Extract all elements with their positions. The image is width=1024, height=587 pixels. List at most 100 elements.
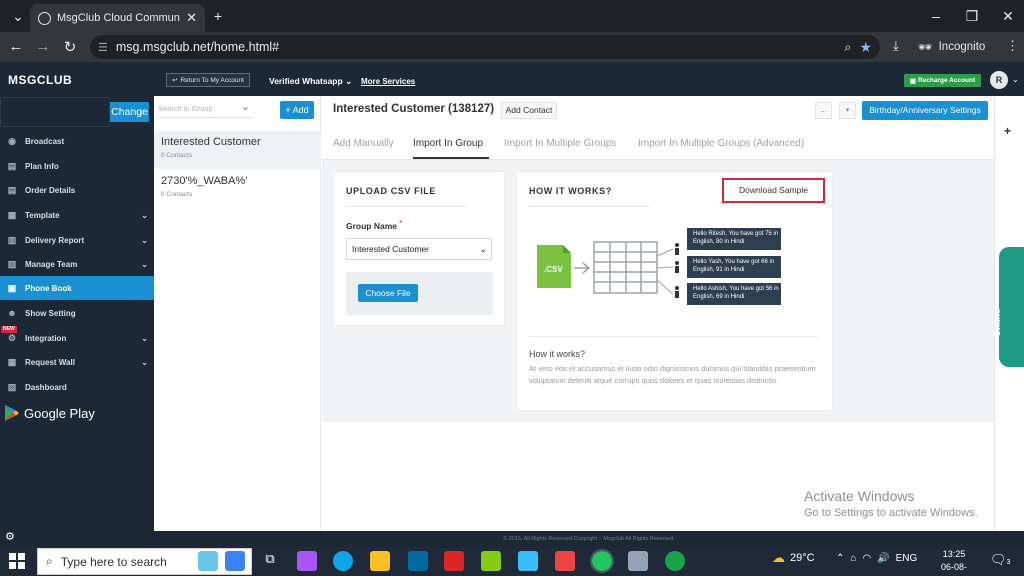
add-group-button[interactable]: + Add <box>280 101 314 119</box>
verified-whatsapp-menu[interactable]: Verified Whatsapp ⌄ <box>269 76 352 87</box>
incognito-indicator[interactable]: 🕶 Incognito <box>918 36 985 58</box>
chrome-profile-icon[interactable] <box>665 551 685 571</box>
group-search-input[interactable]: Search in Group <box>158 104 253 118</box>
clock[interactable]: 13:25 06-08-2025 <box>932 548 976 587</box>
more-options-button[interactable]: ... <box>815 102 832 119</box>
chevron-down-icon: ⌄ <box>479 243 487 254</box>
browser-tab[interactable]: MsgClub Cloud Communication ✕ <box>30 4 205 32</box>
return-account-button[interactable]: ↩ Return To My Account <box>166 73 250 87</box>
online-chat-tab[interactable] <box>999 247 1024 367</box>
outlook-icon[interactable] <box>408 551 428 571</box>
sidebar-item-label: Manage Team <box>25 259 78 269</box>
edge-icon[interactable] <box>333 551 353 571</box>
bookmark-star-icon[interactable]: ★ <box>859 39 872 56</box>
sidebar-item[interactable]: ▦ Template ⌄ <box>0 203 154 227</box>
weather-icon: ☁ <box>772 550 785 565</box>
chrome-icon[interactable] <box>590 549 614 573</box>
settings-gear-icon[interactable]: ⚙ <box>5 530 15 543</box>
new-tab-icon[interactable]: + <box>200 0 236 32</box>
notification-icon[interactable]: 🗨3 <box>990 552 1010 568</box>
sidebar-item[interactable]: ▥ Delivery Report ⌄ <box>0 228 154 252</box>
sidebar-item[interactable]: ▧ Dashboard <box>0 375 154 399</box>
return-label: Return To My Account <box>180 76 244 84</box>
chevron-down-icon: ⌄ <box>345 76 353 86</box>
taskbar-search-input[interactable]: ⌕ Type here to search <box>37 548 252 575</box>
zoom-icon[interactable]: ⌕ <box>844 40 851 55</box>
plus-icon[interactable]: + <box>1004 124 1011 138</box>
sidebar-item-label: Plan Info <box>25 161 59 171</box>
brand-logo[interactable]: MSGCLUB <box>8 73 72 87</box>
app-icon[interactable] <box>518 551 538 571</box>
browser-menu-icon[interactable]: ⋮ <box>1006 38 1019 54</box>
tab-import-multiple-groups-advanced[interactable]: Import In Multiple Groups (Advanced) <box>638 138 804 149</box>
group-name-select[interactable]: Interested Customer ⌄ <box>346 238 492 260</box>
connector-lines <box>656 248 674 295</box>
address-bar[interactable]: ☰ msg.msgclub.net/home.html# ⌕ ★ <box>90 35 880 59</box>
anydesk-icon[interactable] <box>555 551 575 571</box>
team-icon: ▨ <box>7 258 17 269</box>
group-list-item[interactable]: 2730'%_WABA%' 0 Contacts <box>154 170 321 208</box>
reload-icon[interactable]: ↻ <box>61 38 79 56</box>
copilot-art-icon[interactable] <box>198 551 218 571</box>
sidebar-item[interactable]: ▨ Manage Team ⌄ <box>0 252 154 276</box>
sidebar-item[interactable]: ▦ Request Wall ⌄ <box>0 350 154 374</box>
task-view-icon[interactable]: ⧉ <box>260 551 280 571</box>
incognito-icon: 🕶 <box>918 42 933 54</box>
sidebar-item[interactable]: ▤ Plan Info <box>0 154 154 178</box>
more-services-link[interactable]: More Services <box>361 77 415 86</box>
file-explorer-icon[interactable] <box>370 551 390 571</box>
close-tab-icon[interactable]: ✕ <box>186 10 197 26</box>
activate-windows-watermark: Activate Windows <box>804 488 915 504</box>
avatar-caret-icon[interactable]: ⌄ <box>1012 75 1019 84</box>
minimize-icon[interactable]: – <box>918 0 954 32</box>
footer-copyright: © 2016, All Rights Reserved Copyright :-… <box>154 531 1024 547</box>
notes-icon[interactable] <box>481 551 501 571</box>
site-favicon-icon <box>38 11 51 25</box>
download-icon[interactable]: ⤓ <box>893 38 899 54</box>
restore-icon[interactable]: ❐ <box>954 0 990 32</box>
sidebar-item[interactable]: ⚙ Integration ⌄ <box>0 326 154 350</box>
sidebar-item[interactable]: ▤ Order Details <box>0 178 154 202</box>
change-button[interactable]: Change <box>110 102 149 122</box>
network-icon[interactable]: ⌂ <box>850 553 856 564</box>
template-icon: ▦ <box>7 209 17 220</box>
tab-import-in-group[interactable]: Import In Group <box>413 138 483 149</box>
google-play-icon <box>5 405 19 421</box>
pen-app-icon[interactable] <box>225 551 245 571</box>
windows-start-icon[interactable] <box>8 552 26 570</box>
tab-import-multiple-groups[interactable]: Import In Multiple Groups <box>504 138 616 149</box>
back-icon[interactable]: ← <box>7 38 25 55</box>
filter-icon[interactable]: ⏷ <box>242 104 249 115</box>
sample-message: Hello Yash, You have got 66 in English, … <box>693 259 775 273</box>
close-window-icon[interactable]: ✕ <box>990 0 1024 32</box>
choose-file-button[interactable]: Choose File <box>358 284 418 302</box>
app-icon[interactable] <box>628 551 648 571</box>
how-title: HOW IT WORKS? <box>529 186 612 196</box>
group-list-item[interactable]: Interested Customer 0 Contacts <box>154 131 321 169</box>
google-play-link[interactable]: Google Play <box>4 404 95 422</box>
download-sample-button[interactable]: Download Sample <box>722 178 825 203</box>
wall-icon: ▦ <box>7 356 17 367</box>
language-indicator[interactable]: ENG <box>896 553 918 564</box>
wifi-icon[interactable]: ◠ <box>862 553 871 564</box>
page-title: Interested Customer (138127) <box>333 103 495 115</box>
volume-icon[interactable]: 🔊 <box>877 553 889 564</box>
table-icon <box>593 241 658 294</box>
chevron-up-icon[interactable]: ⌃ <box>836 553 844 564</box>
dropdown-caret-icon[interactable]: ▾ <box>839 102 856 119</box>
avatar[interactable]: R <box>990 71 1008 89</box>
weather-widget[interactable]: ☁ 29°C <box>772 550 815 566</box>
forward-icon[interactable]: → <box>34 38 52 55</box>
sidebar-item[interactable]: ▣ Phone Book <box>0 276 154 300</box>
copilot-icon[interactable] <box>297 551 317 571</box>
birthday-settings-button[interactable]: Birthday/Anniversary Settings <box>862 101 988 120</box>
sidebar-item[interactable]: ☻ Show Setting <box>0 301 154 325</box>
recharge-account-button[interactable]: ▣ Recharge Account <box>904 74 981 87</box>
sidebar-item[interactable]: ◉ Broadcast <box>0 129 154 153</box>
account-select[interactable] <box>0 97 110 127</box>
add-contact-button[interactable]: Add Contact <box>501 102 557 119</box>
site-info-icon[interactable]: ☰ <box>98 41 108 54</box>
tab-add-manually[interactable]: Add Manually <box>333 138 394 149</box>
url-text: msg.msgclub.net/home.html# <box>115 40 280 54</box>
wps-icon[interactable] <box>444 551 464 571</box>
